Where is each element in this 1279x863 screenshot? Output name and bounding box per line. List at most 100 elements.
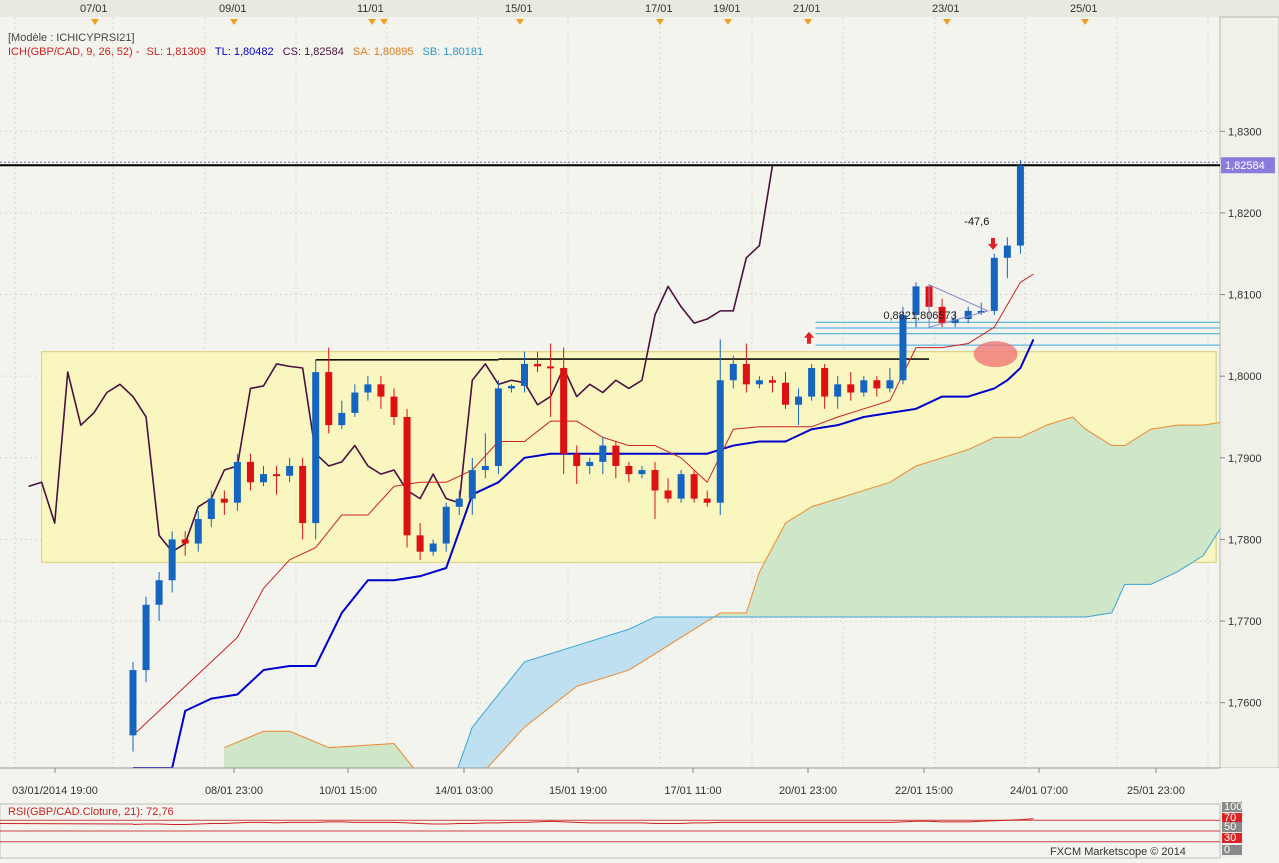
- y-tick-label: 1,7600: [1228, 698, 1262, 710]
- kumo-segment: [1000, 437, 1008, 618]
- kumo-segment: [1137, 432, 1145, 585]
- model-label: [Modèle : ICHICYPRSI21]: [8, 32, 135, 44]
- brand-footer: FXCM Marketscope © 2014: [1050, 846, 1186, 858]
- kumo-segment: [1091, 432, 1099, 617]
- kumo-segment: [993, 437, 1002, 618]
- kumo-segment: [374, 744, 382, 768]
- kumo-segment: [321, 744, 330, 768]
- kumo-segment: [282, 730, 290, 768]
- kumo-segment: [1131, 436, 1139, 585]
- kumo-segment: [1078, 422, 1086, 618]
- levels-label: 0,8821,806573: [883, 310, 956, 322]
- top-date-label: 21/01: [793, 3, 821, 15]
- x-tick-label: 03/01/2014 19:00: [12, 785, 98, 797]
- kumo-segment: [524, 659, 532, 728]
- kumo-segment: [478, 710, 486, 768]
- kumo-segment: [1039, 424, 1047, 618]
- kumo-segment: [250, 733, 258, 768]
- candle-body: [651, 470, 659, 491]
- candle-body: [664, 490, 672, 499]
- candle-body: [599, 445, 607, 462]
- kumo-segment: [648, 616, 656, 659]
- kumo-segment: [1209, 422, 1217, 547]
- kumo-segment: [1176, 424, 1184, 573]
- kumo-segment: [1117, 445, 1126, 599]
- x-tick-label: 08/01 23:00: [205, 785, 263, 797]
- kumo-segment: [517, 661, 525, 736]
- candle-body: [534, 363, 542, 367]
- candle-body: [390, 396, 398, 417]
- kumo-segment: [1104, 440, 1113, 615]
- top-date-label: 19/01: [713, 3, 741, 15]
- kumo-segment: [909, 465, 917, 618]
- kumo-segment: [230, 741, 238, 768]
- candle-body: [429, 543, 437, 552]
- candle-body: [690, 474, 698, 499]
- kumo-segment: [491, 693, 499, 764]
- kumo-segment: [563, 647, 571, 698]
- kumo-segment: [928, 459, 936, 618]
- kumo-segment: [348, 745, 356, 768]
- candle-body: [207, 498, 215, 520]
- kumo-segment: [1202, 423, 1210, 557]
- kumo-segment: [824, 500, 832, 618]
- candle-body: [964, 310, 972, 320]
- kumo-segment: [1007, 437, 1015, 618]
- x-tick-label: 17/01 11:00: [664, 785, 721, 797]
- x-tick-label: 25/01 23:00: [1127, 785, 1185, 797]
- kumo-segment: [550, 651, 558, 708]
- kumo-segment: [295, 733, 303, 768]
- y-tick-label: 1,7900: [1228, 453, 1262, 465]
- kumo-segment: [380, 743, 388, 768]
- kumo-segment: [263, 730, 271, 768]
- candle-body: [808, 368, 816, 397]
- x-tick-label: 24/01 07:00: [1010, 785, 1068, 797]
- kumo-segment: [1144, 428, 1152, 585]
- kumo-segment: [361, 744, 369, 768]
- kumo-segment: [889, 477, 897, 618]
- kumo-segment: [602, 634, 610, 679]
- candle-body: [990, 257, 998, 311]
- candle-body: [246, 461, 254, 483]
- kumo-segment: [935, 457, 943, 618]
- kumo-segment: [1046, 422, 1054, 618]
- kumo-segment: [980, 439, 989, 618]
- kumo-segment: [1163, 425, 1171, 579]
- candle-body: [338, 412, 346, 426]
- x-tick-label: 22/01 15:00: [895, 785, 953, 797]
- kumo-segment: [276, 730, 284, 768]
- candle-body: [886, 380, 894, 389]
- rsi-axis-label: 0: [1224, 844, 1230, 856]
- time-axis: [0, 768, 1279, 798]
- kumo-segment: [667, 616, 675, 647]
- kumo-segment: [1124, 440, 1132, 585]
- kumo-segment: [1150, 427, 1158, 585]
- candle-body: [573, 453, 581, 466]
- kumo-segment: [622, 628, 630, 673]
- candle-body: [860, 380, 868, 393]
- kumo-segment: [902, 469, 910, 618]
- kumo-segment: [641, 619, 649, 663]
- candle-body: [795, 396, 803, 405]
- price-chart[interactable]: -47,6 0,8821,806573 1,7600 1,7700 1,7800 1,79…: [0, 0, 1279, 860]
- tl-value: TL: 1,80482: [214, 46, 274, 58]
- kumo-segment: [883, 481, 891, 618]
- kumo-segment: [837, 496, 845, 618]
- candle-body: [299, 465, 307, 524]
- kumo-segment: [798, 510, 806, 618]
- candle-body: [494, 388, 502, 466]
- candle-body: [129, 670, 137, 736]
- kumo-segment: [804, 506, 812, 618]
- kumo-segment: [595, 636, 604, 681]
- kumo-segment: [967, 446, 976, 618]
- candle-body: [181, 539, 189, 544]
- kumo-segment: [1020, 433, 1028, 618]
- kumo-segment: [1196, 424, 1204, 561]
- kumo-segment: [732, 612, 741, 618]
- rsi-axis-label: 30: [1224, 832, 1236, 844]
- candle-body: [142, 604, 150, 671]
- candle-body: [233, 461, 241, 503]
- pips-label: -47,6: [964, 216, 989, 228]
- x-tick-label: 20/01 23:00: [779, 785, 837, 797]
- kumo-segment: [856, 490, 865, 618]
